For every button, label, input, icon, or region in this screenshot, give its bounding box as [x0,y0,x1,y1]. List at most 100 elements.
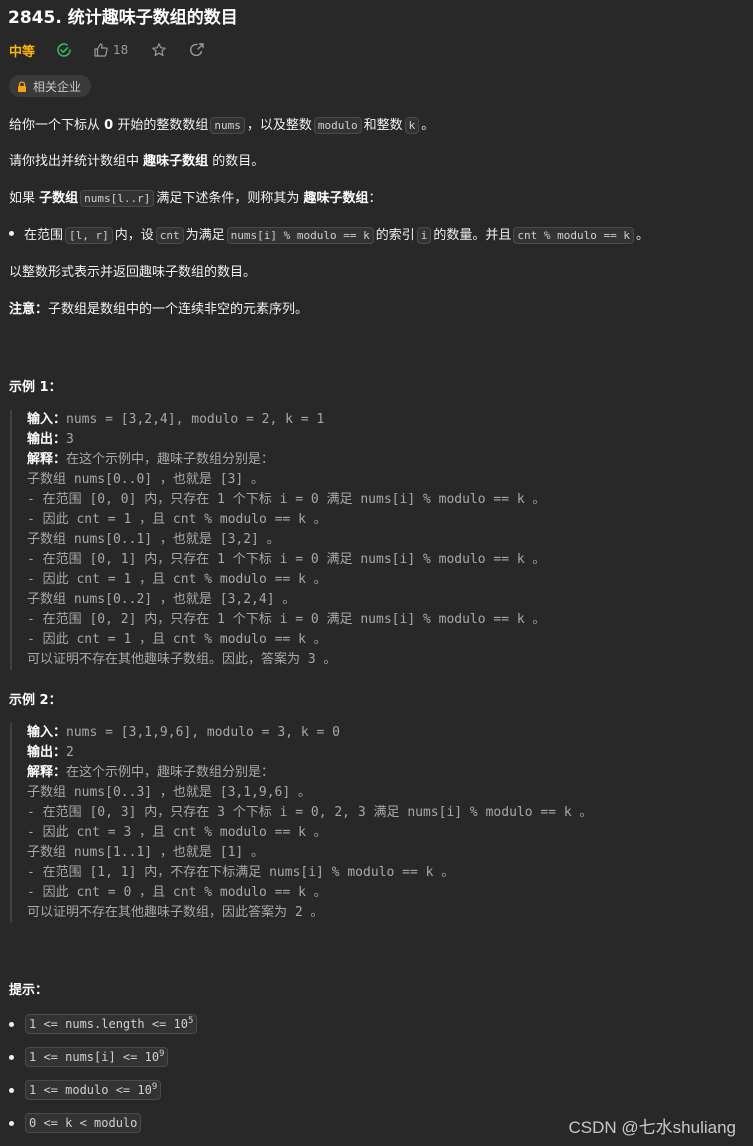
text: 的数量。并且 [433,228,512,243]
text: 的索引 [375,228,415,243]
bold-text: 趣味子数组 [303,191,369,206]
company-tag-button[interactable]: 相关企业 [9,75,92,97]
inline-code: nums[i] % modulo == k [226,227,374,244]
explain-label: 解释： [27,452,67,467]
description-paragraph-2: 请你找出并统计数组中 趣味子数组 的数目。 [9,152,264,172]
example-input: 输入：nums = [3,2,4], modulo = 2, k = 1 [27,410,546,430]
inline-code: modulo [313,117,362,134]
explanation-line: 子数组 nums[1..1] ，也就是 [1] 。 [27,845,265,860]
explain-text: 在这个示例中，趣味子数组分别是： [66,765,275,780]
explanation-line: - 因此 cnt = 1 ，且 cnt % modulo == k 。 [27,512,327,527]
text: ： [368,191,382,206]
example-output: 输出：2 [27,743,593,763]
problem-meta-row: 中等 18 [9,39,205,61]
explain-text: 在这个示例中，趣味子数组分别是： [66,452,275,467]
text: 内，设 [114,228,154,243]
bullet-dot [9,1087,14,1093]
output-value: 3 [66,432,74,447]
constraint-code: 0 <= k < modulo [25,1113,142,1133]
like-count: 18 [113,43,129,57]
explanation-line: 子数组 nums[0..2] ，也就是 [3,2,4] 。 [27,592,296,607]
explanation-line: - 在范围 [1, 1] 内，不存在下标满足 nums[i] % modulo … [27,865,455,880]
inline-code: k [404,117,420,134]
inline-code: i [416,227,432,244]
note-text: 子数组是数组中的一个连续非空的元素序列。 [48,302,309,317]
description-paragraph-3: 如果 子数组 nums[l..r] 满足下述条件，则称其为 趣味子数组： [9,189,382,209]
inline-code: nums[l..r] [80,190,155,207]
condition-bullet: 在范围 [l, r] 内，设 cnt 为满足 nums[i] % modulo == k的… [9,226,649,246]
bullet-dot [9,1021,14,1027]
inline-code: [l, r] [65,227,113,244]
check-circle-icon [56,42,72,58]
example-2-block: 输入：nums = [3,1,9,6], modulo = 3, k = 0 输… [10,723,593,923]
constraint-code: 1 <= modulo <= 109 [25,1080,162,1100]
output-value: 2 [66,745,74,760]
explanation-line: - 因此 cnt = 1 ，且 cnt % modulo == k 。 [27,572,327,587]
explanation-line: - 在范围 [0, 3] 内，只存在 3 个下标 i = 0, 2, 3 满足 … [27,805,593,820]
explanation-line: 可以证明不存在其他趣味子数组。因此，答案为 3 。 [27,652,337,667]
text: 的数目。 [208,154,265,169]
explanation-line: 可以证明不存在其他趣味子数组，因此答案为 2 。 [27,905,324,920]
description-paragraph-1: 给你一个下标从 0 开始的整数数组 nums ，以及整数 modulo 和整数 k。 [9,116,434,136]
text: 开始的整数数组 [113,118,209,133]
text: ，以及整数 [246,118,312,133]
problem-title: 2845. 统计趣味子数组的数目 [8,8,238,28]
input-value: nums = [3,2,4], modulo = 2, k = 1 [66,412,325,427]
explanation-line: - 在范围 [0, 0] 内，只存在 1 个下标 i = 0 满足 nums[i… [27,492,546,507]
company-tag-label: 相关企业 [33,79,82,94]
constraints-title: 提示： [9,983,49,998]
input-label: 输入： [27,725,67,740]
share-icon[interactable] [189,42,205,58]
constraint-text: 1 <= modulo <= 10 [29,1083,152,1097]
explain-label: 解释： [27,765,67,780]
constraint-item: 0 <= k < modulo [9,1113,142,1133]
inline-code: cnt % modulo == k [513,227,634,244]
bullet-dot [9,231,14,236]
bold-text: 趣味子数组 [143,154,209,169]
constraint-item: 1 <= nums[i] <= 109 [9,1047,169,1067]
explanation-line: - 因此 cnt = 3 ，且 cnt % modulo == k 。 [27,825,327,840]
note-label: 注意： [9,302,49,317]
star-icon[interactable] [151,42,167,58]
explanation-line: - 因此 cnt = 1 ，且 cnt % modulo == k 。 [27,632,327,647]
example-1-title: 示例 1： [9,380,62,395]
text: 如果 [9,191,40,206]
lock-icon [17,80,27,92]
explanation-line: 子数组 nums[0..1] ，也就是 [3,2] 。 [27,532,280,547]
output-label: 输出： [27,745,67,760]
text: 给你一个下标从 [9,118,105,133]
constraint-text: 1 <= nums.length <= 10 [29,1017,188,1031]
explanation-line: - 在范围 [0, 1] 内，只存在 1 个下标 i = 0 满足 nums[i… [27,552,546,567]
example-output: 输出：3 [27,430,546,450]
output-label: 输出： [27,432,67,447]
text: 。 [636,228,650,243]
constraint-item: 1 <= modulo <= 109 [9,1080,162,1100]
explanation-line: 子数组 nums[0..0] ，也就是 [3] 。 [27,472,265,487]
like-button[interactable]: 18 [93,42,128,58]
example-explanation: 解释：在这个示例中，趣味子数组分别是： [27,450,546,470]
text: 满足下述条件，则称其为 [156,191,304,206]
constraint-text: 1 <= nums[i] <= 10 [29,1050,160,1064]
explanation-line: - 因此 cnt = 0 ，且 cnt % modulo == k 。 [27,885,327,900]
thumbs-up-icon [94,43,108,57]
note-paragraph: 注意：子数组是数组中的一个连续非空的元素序列。 [9,300,308,320]
constraint-text: 0 <= k < modulo [29,1116,138,1130]
bullet-dot [9,1120,14,1126]
text: 。 [421,118,435,133]
description-paragraph-4: 以整数形式表示并返回趣味子数组的数目。 [9,265,257,280]
example-1-block: 输入：nums = [3,2,4], modulo = 2, k = 1 输出：… [10,410,546,670]
text: 为满足 [185,228,225,243]
inline-code: nums [210,117,245,134]
bullet-dot [9,1054,14,1060]
text: 请你找出并统计数组中 [9,154,144,169]
constraint-item: 1 <= nums.length <= 105 [9,1014,198,1034]
example-input: 输入：nums = [3,1,9,6], modulo = 3, k = 0 [27,723,593,743]
inline-code: cnt [155,227,184,244]
explanation-line: 子数组 nums[0..3] ，也就是 [3,1,9,6] 。 [27,785,312,800]
bold-text: 子数组 [39,191,79,206]
constraint-exponent: 5 [187,1016,194,1026]
watermark: CSDN @七水shuliang [568,1118,736,1137]
constraint-code: 1 <= nums.length <= 105 [25,1014,198,1034]
bold-text: 0 [104,118,114,133]
difficulty-badge: 中等 [9,44,36,60]
